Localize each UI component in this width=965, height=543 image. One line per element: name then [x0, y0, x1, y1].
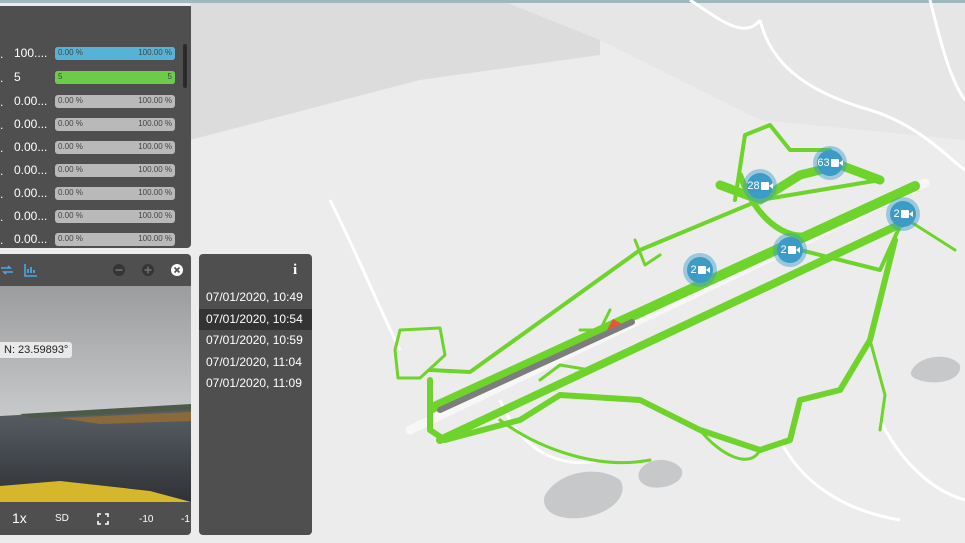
range-min: 0.00 % — [58, 48, 83, 57]
range-min: 0.00 % — [58, 211, 83, 220]
video-camera-icon — [830, 159, 843, 168]
row-value: 0.00... — [14, 117, 48, 131]
row-label: . — [0, 95, 4, 109]
range-max: 100.00 % — [138, 234, 172, 243]
cluster-count: 2 — [780, 244, 787, 256]
stats-row: .555 — [0, 67, 191, 90]
skip-back-10-button[interactable]: -10 — [139, 514, 153, 525]
row-label: . — [0, 164, 4, 178]
row-value: 0.00... — [14, 140, 48, 154]
camera-cluster-marker[interactable]: 2 — [773, 233, 807, 267]
range-bar[interactable]: 0.00 % 100.00 % — [55, 118, 175, 131]
stats-row: . 0.00... 0.00 % 100.00 % — [0, 137, 191, 160]
row-label: . — [0, 210, 4, 224]
chart-icon[interactable] — [24, 263, 38, 277]
camera-cluster-marker[interactable]: 2 — [683, 253, 717, 287]
cluster-count: 2 — [893, 208, 900, 220]
range-bar[interactable]: 0.00 % 100.00 % — [55, 210, 175, 223]
row-value: 0.00... — [14, 94, 48, 108]
range-bar[interactable]: 0.00 % 100.00 % — [55, 164, 175, 177]
range-bar[interactable]: 0.00 % 100.00 % — [55, 187, 175, 200]
stats-row: . 0.00... 0.00 % 100.00 % — [0, 206, 191, 229]
cluster-count: 63 — [817, 157, 830, 169]
stats-row: . 100.... 0.00 % 100.00 % — [0, 43, 191, 66]
range-bar[interactable]: 55 — [55, 71, 175, 84]
range-min: 0.00 % — [58, 234, 83, 243]
row-label: . — [0, 187, 4, 201]
stats-scrollbar[interactable] — [183, 44, 187, 88]
timestamp-item[interactable]: 07/01/2020, 11:04 — [199, 352, 312, 373]
video-camera-icon — [900, 210, 913, 219]
timestamp-item[interactable]: 07/01/2020, 10:54 — [199, 308, 312, 330]
range-bar[interactable]: 0.00 % 100.00 % — [55, 47, 175, 60]
zoom-in-icon[interactable] — [141, 263, 155, 277]
swap-icon[interactable] — [0, 263, 14, 277]
info-icon[interactable]: i — [293, 262, 297, 279]
range-min: 0.00 % — [58, 96, 83, 105]
range-bar[interactable]: 0.00 % 100.00 % — [55, 141, 175, 154]
row-value: 5 — [14, 70, 21, 84]
row-label: . — [0, 233, 4, 247]
row-value: 0.00... — [14, 163, 48, 177]
range-max: 100.00 % — [138, 48, 172, 57]
range-max: 100.00 % — [138, 165, 172, 174]
cluster-count: 28 — [747, 180, 760, 192]
range-min: 5 — [58, 72, 63, 81]
video-panel: N: 23.59893° 1x SD -10 -1 — [0, 254, 191, 535]
range-min: 0.00 % — [58, 165, 83, 174]
row-value: 100.... — [14, 46, 48, 60]
stats-panel: . 100.... 0.00 % 100.00 %. 5 5 5. 0.00... 0.00 %… — [0, 6, 191, 248]
row-label: . — [0, 47, 4, 61]
row-label: . — [0, 118, 4, 132]
range-max: 100.00 % — [138, 188, 172, 197]
timestamps-panel: i 07/01/2020, 10:49 07/01/2020, 10:54 07/0… — [199, 254, 312, 535]
row-label: . — [0, 71, 4, 85]
fullscreen-icon[interactable] — [97, 513, 109, 525]
video-toolbar — [0, 254, 191, 286]
quality-button[interactable]: SD — [55, 513, 69, 524]
video-still — [0, 286, 191, 502]
timestamp-item[interactable]: 07/01/2020, 10:49 — [199, 287, 312, 308]
video-camera-icon — [697, 266, 710, 275]
camera-cluster-marker[interactable]: 28 — [743, 169, 777, 203]
camera-cluster-marker[interactable]: 63 — [813, 146, 847, 180]
row-value: 0.00... — [14, 209, 48, 223]
row-value: 0.00... — [14, 186, 48, 200]
timestamp-item[interactable]: 07/01/2020, 10:59 — [199, 330, 312, 351]
row-label: . — [0, 141, 4, 155]
range-max: 100.00 % — [138, 96, 172, 105]
video-camera-icon — [760, 182, 773, 191]
range-max: 100.00 % — [138, 119, 172, 128]
speed-button[interactable]: 1x — [12, 510, 27, 526]
range-max: 100.00 % — [138, 142, 172, 151]
stats-row: . 0.00... 0.00 % 100.00 % — [0, 114, 191, 137]
range-max: 100.00 % — [138, 211, 172, 220]
timestamp-item[interactable]: 07/01/2020, 11:09 — [199, 373, 312, 394]
range-bar[interactable]: 0.00 % 100.00 % — [55, 95, 175, 108]
video-camera-icon — [787, 246, 800, 255]
range-min: 0.00 % — [58, 142, 83, 151]
range-max: 5 — [167, 72, 172, 81]
range-bar-fill — [55, 71, 175, 84]
range-min: 0.00 % — [58, 119, 83, 128]
coordinate-readout: N: 23.59893° — [0, 342, 73, 358]
zoom-out-icon[interactable] — [112, 263, 126, 277]
row-value: 0.00... — [14, 232, 48, 246]
stats-row: . 0.00... 0.00 % 100.00 % — [0, 229, 191, 252]
video-controls: 1x SD -10 -1 — [0, 504, 191, 534]
close-icon[interactable] — [170, 263, 184, 277]
range-bar[interactable]: 0.00 % 100.00 % — [55, 233, 175, 246]
range-min: 0.00 % — [58, 188, 83, 197]
cluster-count: 2 — [690, 264, 697, 276]
stats-row: . 0.00... 0.00 % 100.00 % — [0, 183, 191, 206]
skip-back-1-button[interactable]: -1 — [181, 514, 190, 525]
stats-row: . 0.00... 0.00 % 100.00 % — [0, 91, 191, 114]
video-frame[interactable]: N: 23.59893° — [0, 286, 191, 502]
camera-cluster-marker[interactable]: 2 — [886, 197, 920, 231]
stats-row: . 0.00... 0.00 % 100.00 % — [0, 160, 191, 183]
